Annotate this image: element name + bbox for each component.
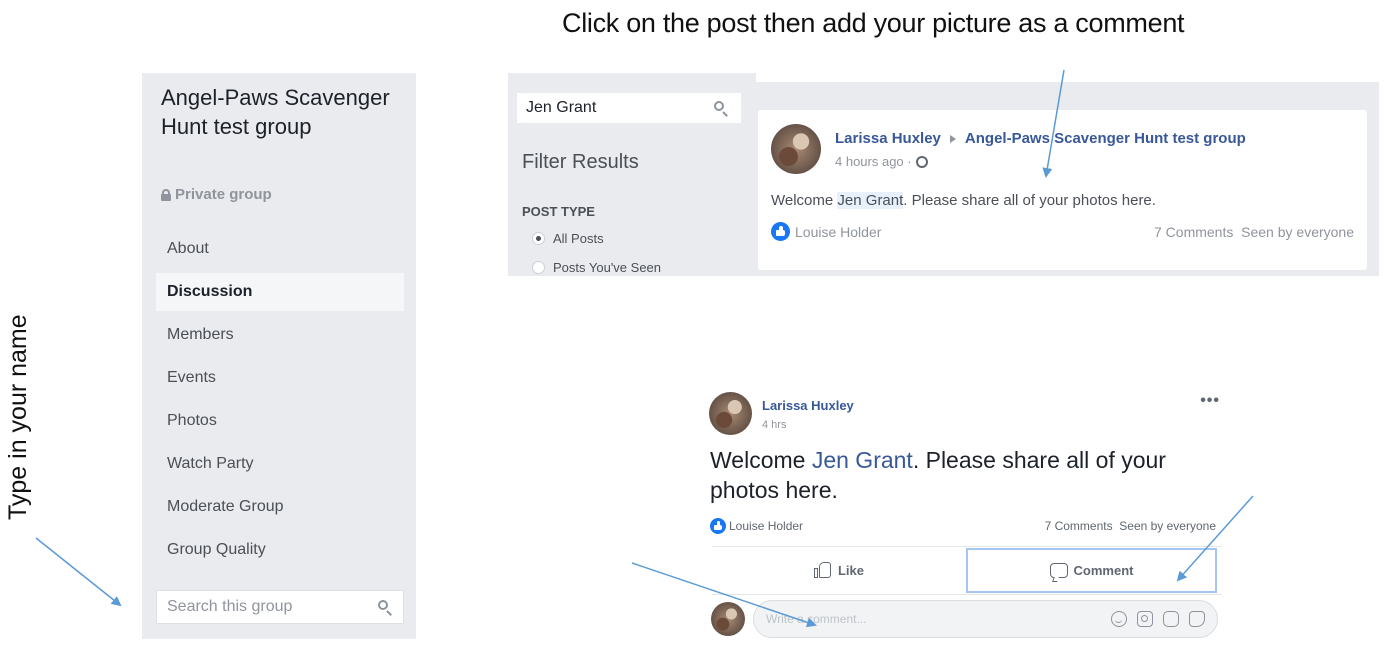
group-search-input[interactable]: Search this group [156, 590, 404, 624]
filter-option-label: All Posts [553, 231, 604, 246]
gif-icon[interactable] [1163, 611, 1179, 627]
results-search-value: Jen Grant [526, 99, 597, 116]
search-icon[interactable] [378, 599, 393, 615]
comment-button[interactable]: Comment [966, 548, 1217, 593]
reactions[interactable]: Louise Holder [771, 222, 881, 241]
arrow-right-icon [949, 134, 956, 143]
emoji-icon[interactable] [1111, 611, 1127, 627]
radio-unselected-icon[interactable] [532, 261, 545, 274]
camera-icon[interactable] [1137, 611, 1153, 627]
expanded-post: Larissa Huxley 4 hrs ••• Welcome Jen Gra… [706, 388, 1222, 644]
comments-count[interactable]: 7 Comments [1154, 224, 1233, 240]
post-time[interactable]: 4 hrs [762, 419, 786, 431]
audience-icon[interactable] [915, 155, 928, 168]
nav-item-photos[interactable]: Photos [156, 402, 404, 445]
group-name-link[interactable]: Angel-Paws Scavenger Hunt test group [965, 130, 1246, 147]
group-search-placeholder: Search this group [167, 598, 293, 615]
nav-item-members[interactable]: Members [156, 316, 404, 359]
body-text: Welcome [771, 192, 838, 209]
left-instruction: Type in your name [4, 314, 32, 520]
liker-name: Louise Holder [795, 223, 882, 240]
filter-option-posts-seen[interactable]: Posts You've Seen [532, 260, 661, 275]
like-reaction-icon [710, 518, 726, 534]
nav-item-discussion[interactable]: Discussion [156, 273, 404, 311]
comments-count[interactable]: 7 Comments [1045, 519, 1113, 533]
nav-item-events[interactable]: Events [156, 359, 404, 402]
tagged-name-link[interactable]: Jen Grant [812, 447, 913, 473]
comment-tools [1111, 611, 1205, 627]
nav-item-moderate-group[interactable]: Moderate Group [156, 488, 404, 531]
divider [712, 546, 1222, 547]
post-type-heading: POST TYPE [522, 204, 595, 219]
post-header: Larissa Huxley Angel-Paws Scavenger Hunt… [835, 130, 1246, 147]
search-result-post[interactable]: Larissa Huxley Angel-Paws Scavenger Hunt… [758, 110, 1367, 270]
filter-option-label: Posts You've Seen [553, 260, 662, 275]
seen-by: Seen by everyone [1119, 519, 1216, 533]
radio-selected-icon[interactable] [532, 232, 545, 245]
post-meta: 4 hours ago · [835, 154, 928, 169]
liker-name: Louise Holder [729, 519, 804, 533]
post-body: Welcome Jen Grant. Please share all of y… [771, 192, 1156, 209]
author-avatar[interactable] [709, 392, 752, 435]
highlighted-name: Jen Grant [837, 192, 904, 209]
body-text: . Please share all of your photos here. [903, 192, 1156, 209]
author-name-link[interactable]: Larissa Huxley [762, 398, 854, 413]
like-reaction-icon [771, 222, 790, 241]
search-icon[interactable] [714, 100, 729, 116]
seen-by: Seen by everyone [1241, 224, 1354, 240]
comment-bubble-icon [1049, 563, 1068, 578]
comment-input[interactable]: Write a comment... [753, 600, 1218, 638]
comment-placeholder: Write a comment... [766, 612, 867, 626]
privacy-text: Private group [175, 186, 272, 203]
filter-option-all-posts[interactable]: All Posts [532, 231, 604, 246]
more-options-icon[interactable]: ••• [1200, 392, 1220, 410]
nav-item-group-quality[interactable]: Group Quality [156, 531, 404, 574]
author-name-link[interactable]: Larissa Huxley [835, 130, 941, 147]
reactions[interactable]: Louise Holder [710, 518, 803, 534]
post-body: Welcome Jen Grant. Please share all of y… [710, 445, 1190, 505]
results-search-input[interactable]: Jen Grant [517, 93, 741, 123]
nav-item-watch-party[interactable]: Watch Party [156, 445, 404, 488]
post-stats: 7 Comments Seen by everyone [1045, 519, 1216, 533]
group-sidebar: Angel-Paws Scavenger Hunt test group Pri… [142, 73, 416, 639]
group-nav: About Discussion Members Events Photos W… [156, 230, 404, 574]
author-avatar[interactable] [771, 124, 821, 174]
post-time[interactable]: 4 hours ago · [835, 154, 912, 169]
divider [712, 594, 1222, 595]
sticker-icon[interactable] [1189, 611, 1205, 627]
lock-icon [161, 188, 171, 201]
top-instruction: Click on the post then add your picture … [562, 8, 1185, 38]
like-label: Like [837, 563, 864, 578]
thumbs-up-icon [813, 562, 832, 579]
current-user-avatar [711, 602, 745, 636]
comment-label: Comment [1073, 563, 1134, 578]
filter-title: Filter Results [522, 151, 639, 173]
group-name[interactable]: Angel-Paws Scavenger Hunt test group [161, 83, 401, 141]
privacy-label: Private group [161, 186, 272, 203]
like-button[interactable]: Like [712, 548, 966, 593]
body-text: Welcome [710, 447, 812, 473]
post-stats: 7 Comments Seen by everyone [1154, 224, 1354, 240]
filter-panel: Jen Grant Filter Results POST TYPE All P… [508, 73, 756, 276]
nav-item-about[interactable]: About [156, 230, 404, 273]
arrow-to-group-search [35, 537, 122, 607]
